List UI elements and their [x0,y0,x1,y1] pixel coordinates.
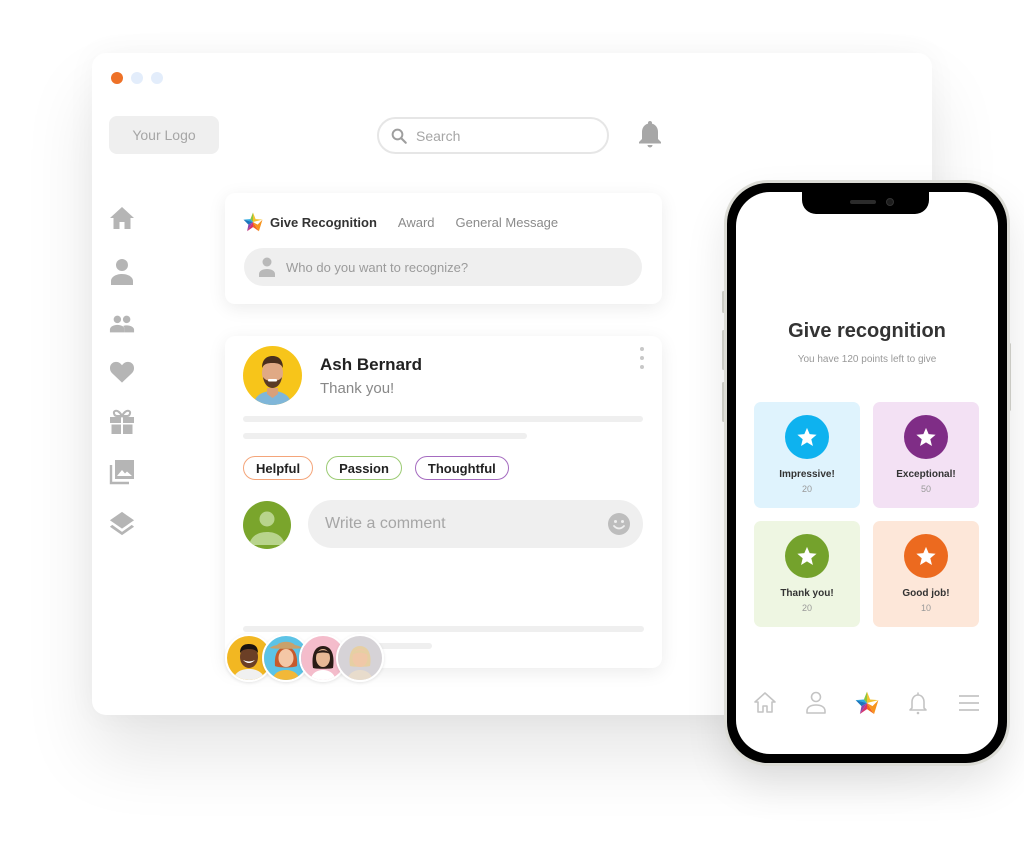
sidebar-item-team[interactable] [109,311,135,337]
recognized-users-avatars [225,634,384,682]
recognition-options-grid: Impressive! 20 Exceptional! 50 Thank you… [754,402,979,627]
star-badge [785,415,829,459]
option-label: Exceptional! [896,469,956,480]
recognition-tabs: Give Recognition Award General Message [243,212,558,232]
tabbar-recognition[interactable] [854,690,880,716]
tab-label: Give Recognition [270,214,377,230]
option-points: 20 [801,603,812,613]
tabbar-menu[interactable] [956,690,982,716]
logo-placeholder[interactable]: Your Logo [109,116,219,154]
menu-icon [959,695,979,711]
comment-placeholder: Write a comment [325,515,446,532]
recognition-post-card: Ash Bernard Thank you! Helpful Passion T… [225,336,662,668]
comment-input[interactable]: Write a comment [308,500,643,548]
heart-icon [109,361,135,383]
tab-award[interactable]: Award [398,215,435,230]
option-points: 50 [920,484,931,494]
tab-general-message[interactable]: General Message [456,215,559,230]
option-label: Thank you! [780,588,834,599]
current-user-avatar [243,501,291,549]
search-icon [391,128,407,144]
recognition-star-icon [243,212,263,232]
gift-icon [110,409,134,434]
user-avatar[interactable] [336,634,384,682]
option-points: 20 [801,484,812,494]
sidebar-item-profile[interactable] [109,259,135,285]
option-good-job[interactable]: Good job! 10 [873,521,979,627]
post-author-avatar[interactable] [243,346,302,405]
layers-icon [109,511,135,536]
home-outline-icon [754,692,776,713]
mobile-phone: Give recognition You have 120 points lef… [724,180,1010,766]
search-placeholder: Search [416,127,461,144]
phone-notch [802,192,929,214]
tabbar-home[interactable] [752,690,778,716]
tab-give-recognition[interactable]: Give Recognition [243,212,377,232]
post-author-name[interactable]: Ash Bernard [320,355,422,375]
option-points: 10 [920,603,931,613]
search-field[interactable]: Search [377,117,609,154]
tag-thoughtful[interactable]: Thoughtful [414,456,509,480]
placeholder-text-line [243,626,644,632]
tabbar-profile[interactable] [803,690,829,716]
star-icon [797,427,817,446]
star-badge [904,534,948,578]
option-label: Good job! [902,588,950,599]
more-options-icon[interactable] [638,347,646,369]
home-icon [110,207,134,229]
option-label: Impressive! [779,469,835,480]
star-icon [797,546,817,565]
recipient-placeholder: Who do you want to recognize? [286,259,469,275]
tag-passion[interactable]: Passion [326,456,402,480]
window-close-dot[interactable] [111,72,123,84]
bell-outline-icon [909,692,927,715]
sidebar-item-gallery[interactable] [109,459,135,485]
recipient-input[interactable]: Who do you want to recognize? [244,248,642,286]
tabbar-notifications[interactable] [905,690,931,716]
phone-screen: Give recognition You have 120 points lef… [736,192,998,754]
notification-bell-icon[interactable] [637,119,663,149]
option-exceptional[interactable]: Exceptional! 50 [873,402,979,508]
people-icon [109,315,135,333]
tag-helpful[interactable]: Helpful [243,456,314,480]
profile-outline-icon [806,691,826,714]
window-maximize-dot[interactable] [151,72,163,84]
placeholder-text-line [243,433,527,439]
person-icon [111,259,133,285]
star-icon [916,427,936,446]
sidebar-item-home[interactable] [109,205,135,231]
give-recognition-card: Give Recognition Award General Message W… [225,193,662,304]
sidebar-item-layers[interactable] [109,511,135,537]
value-tags: Helpful Passion Thoughtful [243,456,509,480]
recognition-star-icon [855,691,879,715]
sidebar-item-rewards[interactable] [109,409,135,435]
sidebar-item-favorites[interactable] [109,359,135,385]
star-icon [916,546,936,565]
option-thank-you[interactable]: Thank you! 20 [754,521,860,627]
window-minimize-dot[interactable] [131,72,143,84]
points-remaining-text: You have 120 points left to give [797,354,937,365]
phone-tab-bar [752,690,982,716]
star-badge [785,534,829,578]
post-message: Thank you! [320,380,395,397]
phone-page-title: Give recognition [788,320,946,342]
user-silhouette-icon [249,511,285,545]
window-controls [111,72,163,84]
phone-camera [886,198,894,206]
emoji-icon[interactable] [608,513,630,535]
placeholder-text-line [243,416,643,422]
person-icon [259,257,275,277]
option-impressive[interactable]: Impressive! 20 [754,402,860,508]
phone-speaker [850,200,876,204]
gallery-icon [109,460,134,485]
star-badge [904,415,948,459]
